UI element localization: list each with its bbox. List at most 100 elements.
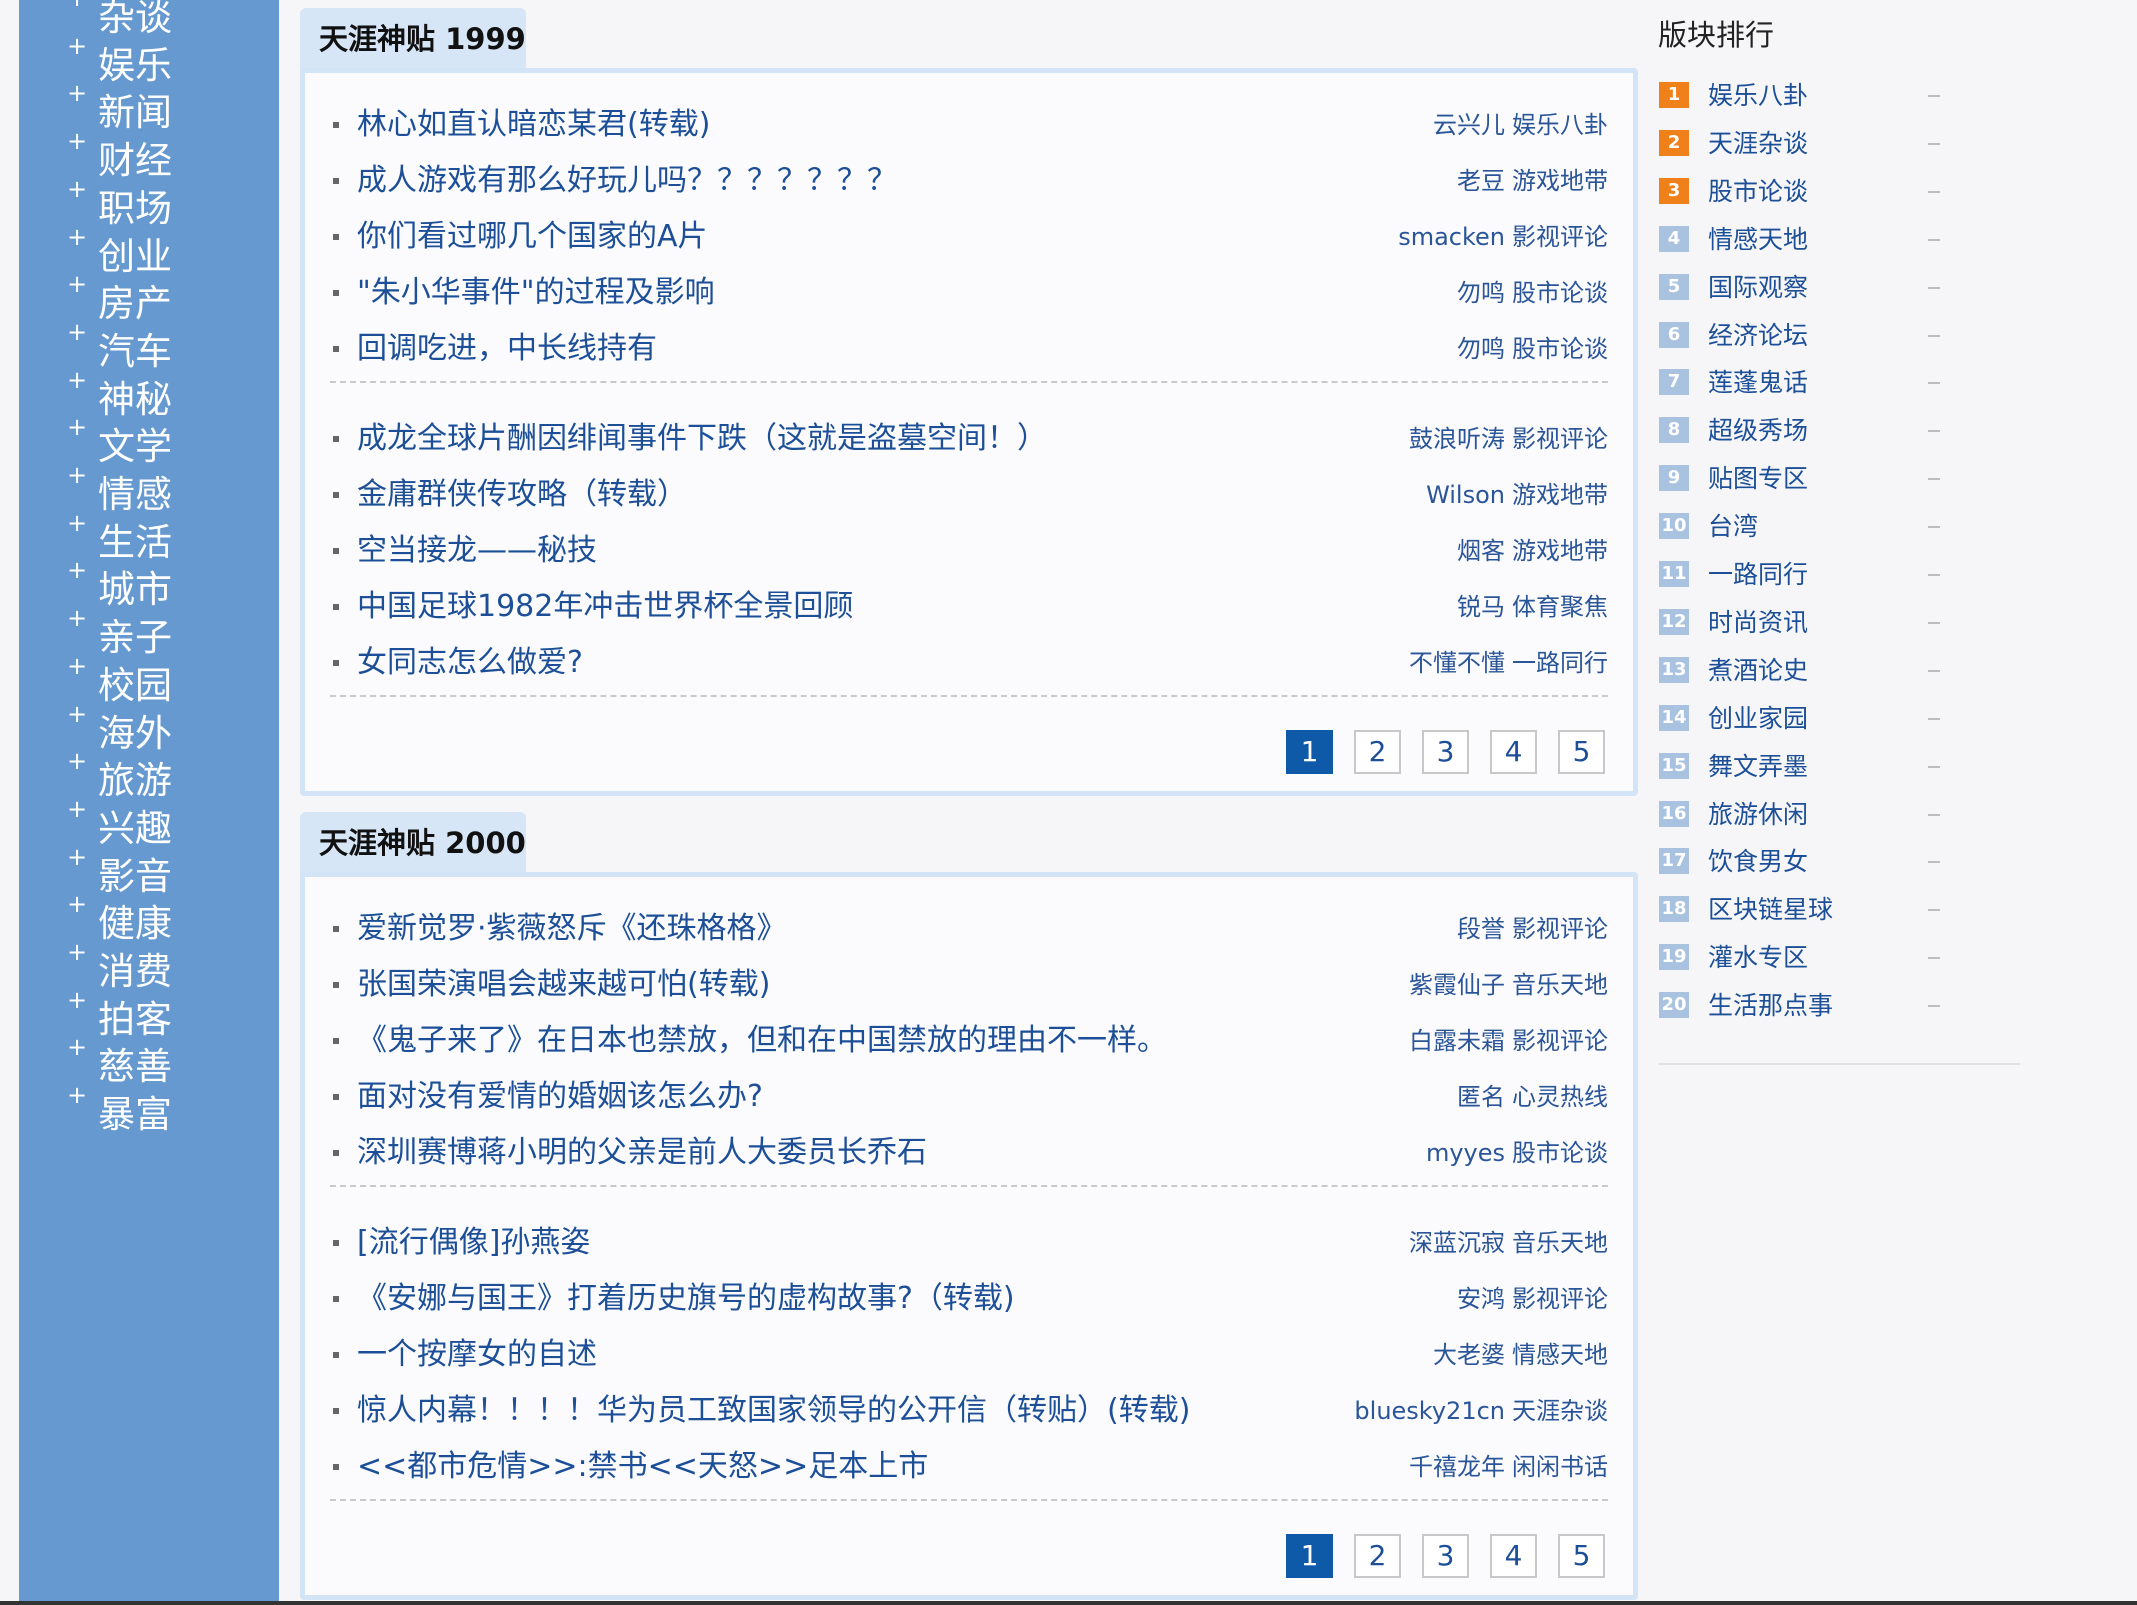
post-board-link[interactable]: 体育聚焦 <box>1512 593 1608 621</box>
ranking-item[interactable]: 15 舞文弄墨 <box>1658 747 1948 787</box>
post-title-link[interactable]: <<都市危情>>:禁书<<天怒>>足本上市 <box>357 1441 928 1493</box>
post-title-link[interactable]: 金庸群侠传攻略（转载） <box>357 469 687 521</box>
ranking-item[interactable]: 13 煮酒论史 <box>1658 651 1948 691</box>
ranking-board-link[interactable]: 贴图专区 <box>1708 459 1808 499</box>
post-author-link[interactable]: 深蓝沉寂 <box>1409 1229 1505 1257</box>
post-author-link[interactable]: 段誉 <box>1457 915 1505 943</box>
post-board-link[interactable]: 心灵热线 <box>1512 1083 1608 1111</box>
page-button[interactable]: 2 <box>1354 1534 1401 1578</box>
post-author-link[interactable]: 大老婆 <box>1433 1341 1505 1369</box>
post-author-link[interactable]: bluesky21cn <box>1354 1397 1505 1425</box>
post-board-link[interactable]: 娱乐八卦 <box>1512 111 1608 139</box>
post-author-link[interactable]: 鼓浪听涛 <box>1409 425 1505 453</box>
post-title-link[interactable]: 《鬼子来了》在日本也禁放，但和在中国禁放的理由不一样。 <box>357 1015 1167 1067</box>
ranking-item[interactable]: 11 一路同行 <box>1658 555 1948 595</box>
ranking-board-link[interactable]: 娱乐八卦 <box>1708 76 1808 116</box>
post-title-link[interactable]: 一个按摩女的自述 <box>357 1329 597 1381</box>
ranking-board-link[interactable]: 灌水专区 <box>1708 938 1808 978</box>
ranking-board-link[interactable]: 时尚资讯 <box>1708 603 1808 643</box>
ranking-board-link[interactable]: 国际观察 <box>1708 268 1808 308</box>
post-author-link[interactable]: 云兴儿 <box>1433 111 1505 139</box>
post-title-link[interactable]: [流行偶像]孙燕姿 <box>357 1217 590 1269</box>
ranking-board-link[interactable]: 经济论坛 <box>1708 316 1808 356</box>
post-author-link[interactable]: 老豆 <box>1457 167 1505 195</box>
ranking-board-link[interactable]: 煮酒论史 <box>1708 651 1808 691</box>
ranking-board-link[interactable]: 莲蓬鬼话 <box>1708 363 1808 403</box>
ranking-item[interactable]: 3 股市论谈 <box>1658 172 1948 212</box>
post-board-link[interactable]: 影视评论 <box>1512 425 1608 453</box>
post-board-link[interactable]: 影视评论 <box>1512 915 1608 943</box>
page-button[interactable]: 4 <box>1490 1534 1537 1578</box>
page-button[interactable]: 2 <box>1354 730 1401 774</box>
ranking-board-link[interactable]: 饮食男女 <box>1708 842 1808 882</box>
ranking-item[interactable]: 18 区块链星球 <box>1658 890 1948 930</box>
post-board-link[interactable]: 天涯杂谈 <box>1512 1397 1608 1425</box>
post-board-link[interactable]: 情感天地 <box>1512 1341 1608 1369</box>
page-button[interactable]: 3 <box>1422 1534 1469 1578</box>
post-title-link[interactable]: 张国荣演唱会越来越可怕(转载) <box>357 959 770 1011</box>
ranking-item[interactable]: 1 娱乐八卦 <box>1658 76 1948 116</box>
page-button[interactable]: 3 <box>1422 730 1469 774</box>
post-board-link[interactable]: 影视评论 <box>1512 223 1608 251</box>
ranking-board-link[interactable]: 情感天地 <box>1708 220 1808 260</box>
post-title-link[interactable]: 空当接龙——秘技 <box>357 525 597 577</box>
post-author-link[interactable]: 安鸿 <box>1457 1285 1505 1313</box>
ranking-board-link[interactable]: 舞文弄墨 <box>1708 747 1808 787</box>
post-title-link[interactable]: "朱小华事件"的过程及影响 <box>357 267 715 319</box>
post-author-link[interactable]: 千禧龙年 <box>1409 1453 1505 1481</box>
ranking-board-link[interactable]: 创业家园 <box>1708 699 1808 739</box>
ranking-item[interactable]: 7 莲蓬鬼话 <box>1658 363 1948 403</box>
ranking-item[interactable]: 8 超级秀场 <box>1658 411 1948 451</box>
ranking-item[interactable]: 4 情感天地 <box>1658 220 1948 260</box>
post-author-link[interactable]: smacken <box>1398 223 1505 251</box>
ranking-item[interactable]: 20 生活那点事 <box>1658 986 1948 1026</box>
ranking-item[interactable]: 12 时尚资讯 <box>1658 603 1948 643</box>
post-board-link[interactable]: 一路同行 <box>1512 649 1608 677</box>
post-author-link[interactable]: 勿鸣 <box>1457 335 1505 363</box>
post-board-link[interactable]: 音乐天地 <box>1512 971 1608 999</box>
post-board-link[interactable]: 游戏地带 <box>1512 537 1608 565</box>
ranking-board-link[interactable]: 台湾 <box>1708 507 1758 547</box>
post-title-link[interactable]: 成人游戏有那么好玩儿吗？？？？？？？ <box>357 155 897 207</box>
ranking-item[interactable]: 17 饮食男女 <box>1658 842 1948 882</box>
post-author-link[interactable]: 白露未霜 <box>1409 1027 1505 1055</box>
ranking-board-link[interactable]: 超级秀场 <box>1708 411 1808 451</box>
post-title-link[interactable]: 成龙全球片酬因绯闻事件下跌（这就是盗墓空间！） <box>357 413 1047 465</box>
post-board-link[interactable]: 游戏地带 <box>1512 481 1608 509</box>
ranking-item[interactable]: 16 旅游休闲 <box>1658 795 1948 835</box>
ranking-board-link[interactable]: 一路同行 <box>1708 555 1808 595</box>
post-title-link[interactable]: 回调吃进，中长线持有 <box>357 323 657 375</box>
page-button[interactable]: 5 <box>1558 1534 1605 1578</box>
post-board-link[interactable]: 影视评论 <box>1512 1027 1608 1055</box>
ranking-item[interactable]: 6 经济论坛 <box>1658 316 1948 356</box>
post-board-link[interactable]: 游戏地带 <box>1512 167 1608 195</box>
post-title-link[interactable]: 林心如直认暗恋某君(转载) <box>357 99 710 151</box>
post-title-link[interactable]: 面对没有爱情的婚姻该怎么办? <box>357 1071 763 1123</box>
post-title-link[interactable]: 深圳赛博蒋小明的父亲是前人大委员长乔石 <box>357 1127 927 1179</box>
ranking-item[interactable]: 9 贴图专区 <box>1658 459 1948 499</box>
post-author-link[interactable]: 紫霞仙子 <box>1409 971 1505 999</box>
ranking-board-link[interactable]: 天涯杂谈 <box>1708 124 1808 164</box>
ranking-item[interactable]: 19 灌水专区 <box>1658 938 1948 978</box>
post-board-link[interactable]: 股市论谈 <box>1512 335 1608 363</box>
ranking-board-link[interactable]: 股市论谈 <box>1708 172 1808 212</box>
post-board-link[interactable]: 股市论谈 <box>1512 1139 1608 1167</box>
post-author-link[interactable]: 匿名 <box>1457 1083 1505 1111</box>
page-button[interactable]: 1 <box>1286 1534 1333 1578</box>
page-button[interactable]: 5 <box>1558 730 1605 774</box>
sidebar-item[interactable]: + 暴富 <box>49 1081 269 1145</box>
post-board-link[interactable]: 股市论谈 <box>1512 279 1608 307</box>
post-author-link[interactable]: 烟客 <box>1457 537 1505 565</box>
post-author-link[interactable]: myyes <box>1426 1139 1505 1167</box>
ranking-board-link[interactable]: 生活那点事 <box>1708 986 1833 1026</box>
page-button[interactable]: 4 <box>1490 730 1537 774</box>
page-button[interactable]: 1 <box>1286 730 1333 774</box>
post-title-link[interactable]: 女同志怎么做爱? <box>357 637 583 689</box>
ranking-item[interactable]: 2 天涯杂谈 <box>1658 124 1948 164</box>
post-author-link[interactable]: 不懂不懂 <box>1409 649 1505 677</box>
ranking-board-link[interactable]: 区块链星球 <box>1708 890 1833 930</box>
post-title-link[interactable]: 爱新觉罗·紫薇怒斥《还珠格格》 <box>357 903 787 955</box>
post-board-link[interactable]: 影视评论 <box>1512 1285 1608 1313</box>
post-author-link[interactable]: 锐马 <box>1457 593 1505 621</box>
ranking-board-link[interactable]: 旅游休闲 <box>1708 795 1808 835</box>
